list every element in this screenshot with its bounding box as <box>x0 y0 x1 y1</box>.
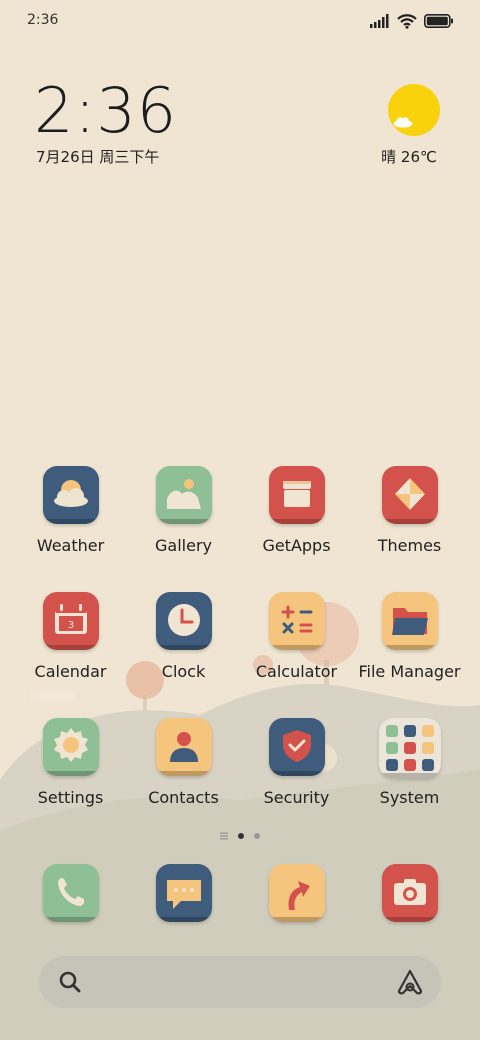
app-weather[interactable]: Weather <box>14 466 127 555</box>
dock-messages[interactable] <box>127 864 240 922</box>
page-dot-active[interactable] <box>238 833 244 839</box>
battery-icon <box>424 14 453 28</box>
file-manager-icon <box>381 592 438 650</box>
app-label: Calendar <box>34 662 107 681</box>
app-label: GetApps <box>262 536 331 555</box>
weather-icon <box>42 466 99 524</box>
assistant-icon[interactable] <box>396 968 424 996</box>
browser-icon <box>268 864 325 922</box>
status-time: 2:36 <box>27 12 59 28</box>
page-dot[interactable] <box>254 833 260 839</box>
app-file-manager[interactable]: File Manager <box>353 592 466 681</box>
clock-date: 7月26日 周三下午 <box>36 148 160 166</box>
gallery-icon <box>155 466 212 524</box>
app-label: Security <box>263 788 330 807</box>
getapps-icon <box>268 466 325 524</box>
page-indicator[interactable] <box>0 829 480 843</box>
weather-widget[interactable]: 晴 26℃ <box>381 84 444 167</box>
dock-camera[interactable] <box>353 864 466 922</box>
app-getapps[interactable]: GetApps <box>240 466 353 555</box>
app-system-folder[interactable]: System <box>353 718 466 807</box>
app-label: System <box>379 788 440 807</box>
contacts-icon <box>155 718 212 776</box>
dock-browser[interactable] <box>240 864 353 922</box>
status-bar: 2:36 <box>0 0 480 42</box>
app-label: Calculator <box>255 662 338 681</box>
system-folder-icon <box>378 718 441 778</box>
app-label: Gallery <box>155 536 212 555</box>
app-calculator[interactable]: Calculator <box>240 592 353 681</box>
app-label: Weather <box>36 536 105 555</box>
app-themes[interactable]: Themes <box>353 466 466 555</box>
sun-cloud-icon <box>388 84 440 136</box>
app-security[interactable]: Security <box>240 718 353 807</box>
app-calendar[interactable]: 3 Calendar <box>14 592 127 681</box>
signal-icon <box>370 14 389 28</box>
app-clock[interactable]: Clock <box>127 592 240 681</box>
menu-lines-icon <box>220 832 228 840</box>
search-bar[interactable] <box>38 955 442 1009</box>
app-gallery[interactable]: Gallery <box>127 466 240 555</box>
app-label: File Manager <box>358 662 461 681</box>
app-contacts[interactable]: Contacts <box>127 718 240 807</box>
camera-icon <box>381 864 438 922</box>
calculator-icon <box>268 592 325 650</box>
dock <box>14 864 466 926</box>
settings-icon <box>42 718 99 776</box>
security-icon <box>268 718 325 776</box>
status-icons <box>370 12 454 30</box>
phone-icon <box>42 864 99 922</box>
messages-icon <box>155 864 212 922</box>
app-label: Clock <box>161 662 206 681</box>
dock-phone[interactable] <box>14 864 127 922</box>
app-label: Contacts <box>148 788 219 807</box>
calendar-icon: 3 <box>42 592 99 650</box>
search-icon[interactable] <box>58 970 82 994</box>
clock-icon <box>155 592 212 650</box>
app-settings[interactable]: Settings <box>14 718 127 807</box>
weather-text: 晴 26℃ <box>381 148 437 166</box>
clock-widget[interactable]: 2:36 7月26日 周三下午 <box>34 78 177 167</box>
app-label: Themes <box>377 536 442 555</box>
themes-icon <box>381 466 438 524</box>
app-label: Settings <box>37 788 104 807</box>
wifi-icon <box>397 13 417 29</box>
calendar-day: 3 <box>67 620 73 631</box>
clock-time: 2:36 <box>34 74 178 147</box>
